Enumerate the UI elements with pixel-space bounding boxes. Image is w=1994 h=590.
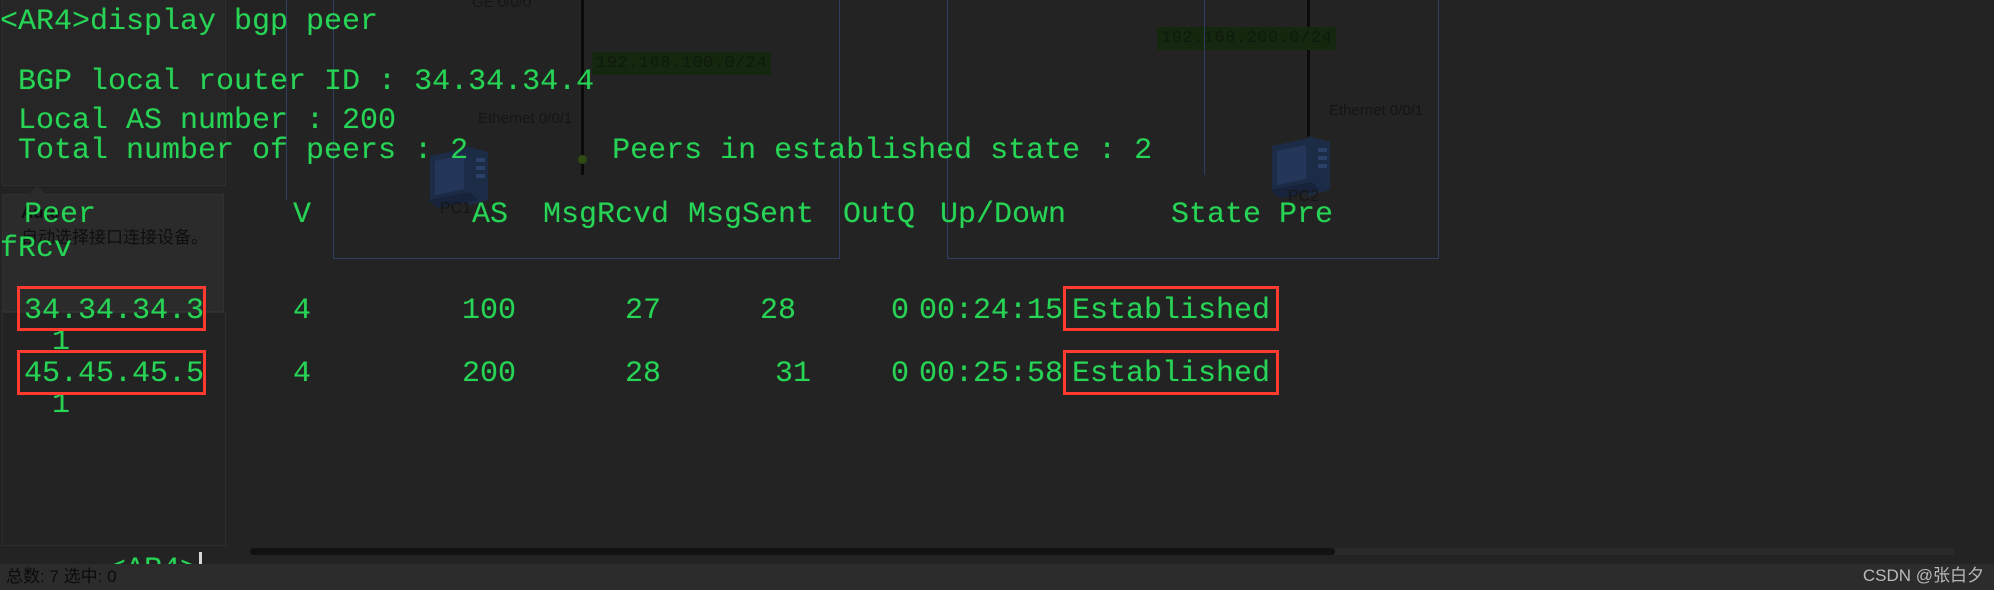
screenshot-root: GE 0/0/0 Ethernet 0/0/1 Ethernet 0/0/1 1… — [0, 0, 1994, 590]
network-topology-canvas[interactable]: GE 0/0/0 Ethernet 0/0/1 Ethernet 0/0/1 1… — [0, 0, 1994, 590]
topology-panel-left — [333, 0, 840, 259]
terminal-panel-top — [2, 0, 226, 186]
link-endpoint-dot-pc1 — [578, 155, 587, 164]
interface-label-pc1-eth001: Ethernet 0/0/1 — [478, 110, 573, 127]
status-bar: 总数: 7 选中: 0 — [0, 564, 1994, 590]
terminal-panel-body — [2, 312, 226, 546]
subnet-tag-192-168-100: 192.168.100.0/24 — [592, 52, 772, 75]
status-bar-text: 总数: 7 选中: 0 — [6, 567, 117, 586]
interface-label-ge000: GE 0/0/0 — [472, 0, 532, 11]
watermark: CSDN @张白夕 — [1862, 566, 1984, 585]
pc2-label: PC2 — [1288, 188, 1320, 205]
link-line-pc2 — [1307, 0, 1310, 145]
canvas-divider-left — [286, 0, 287, 200]
interface-label-pc2-eth001: Ethernet 0/0/1 — [1329, 102, 1424, 119]
tooltip-title: Auto — [21, 203, 60, 222]
link-line-pc1 — [581, 0, 584, 175]
horizontal-scrollbar-thumb[interactable] — [250, 548, 1335, 555]
auto-tooltip: Auto 自动选择接口连接设备。 — [2, 186, 224, 312]
tooltip-body: 自动选择接口连接设备。 — [21, 227, 208, 247]
subnet-tag-192-168-200: 192.168.200.0/24 — [1157, 27, 1337, 50]
canvas-divider-right — [1204, 0, 1205, 175]
horizontal-scrollbar-track[interactable] — [250, 548, 1955, 555]
tooltip-arrow-icon — [27, 186, 47, 196]
pc1-label: PC1 — [440, 200, 472, 217]
